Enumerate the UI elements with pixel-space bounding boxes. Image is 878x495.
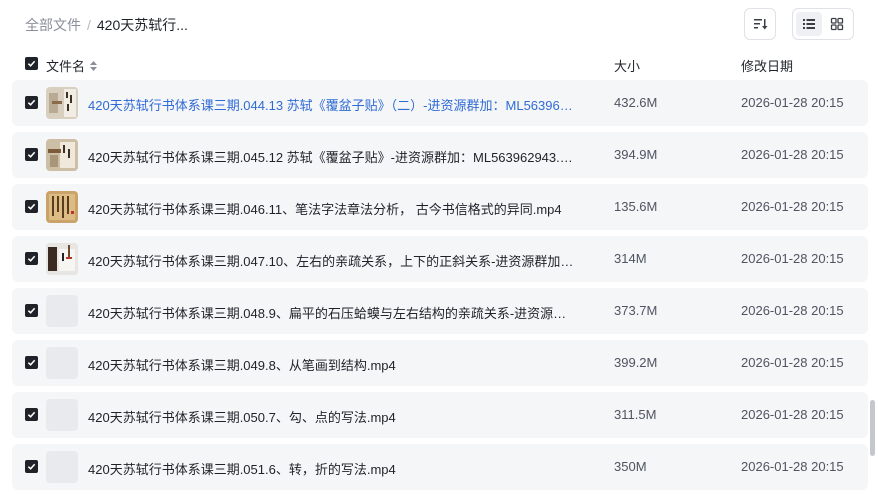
file-size: 394.9M [614, 147, 658, 162]
file-date: 2026-01-28 20:15 [741, 459, 844, 474]
list-view-icon [803, 19, 815, 29]
calligraphy-photo-icon [46, 87, 78, 119]
file-date: 2026-01-28 20:15 [741, 251, 844, 266]
file-name[interactable]: 420天苏轼行书体系课三期.050.7、勾、点的写法.mp4 [88, 407, 578, 426]
row-checkbox[interactable] [25, 356, 38, 369]
brush-photo-icon [46, 243, 78, 275]
check-icon [27, 203, 36, 210]
file-name[interactable]: 420天苏轼行书体系课三期.047.10、左右的亲疏关系，上下的正斜关系-进资源… [88, 251, 578, 270]
check-icon [27, 411, 36, 418]
table-row[interactable]: 420天苏轼行书体系课三期.046.11、笔法字法章法分析， 古今书信格式的异同… [12, 184, 868, 230]
breadcrumb-separator: / [87, 17, 91, 33]
list-view-button[interactable] [796, 12, 822, 36]
file-size: 135.6M [614, 199, 658, 214]
sort-button[interactable] [744, 8, 776, 40]
table-row[interactable]: 420天苏轼行书体系课三期.045.12 苏轼《覆盆子贴》-进资源群加：ML56… [12, 132, 868, 178]
breadcrumb: 全部文件 / 420天苏轼行... [25, 15, 188, 35]
check-icon [27, 99, 36, 106]
row-checkbox[interactable] [25, 304, 38, 317]
calligraphy-photo-icon [46, 139, 78, 171]
grid-view-button[interactable] [824, 12, 850, 36]
table-row[interactable]: 420天苏轼行书体系课三期.049.8、从笔画到结构.mp4 399.2M 20… [12, 340, 868, 386]
view-toggle [792, 8, 854, 40]
scroll-photo-icon [46, 191, 78, 223]
check-icon [27, 255, 36, 262]
column-header-size[interactable]: 大小 [614, 56, 640, 75]
file-size: 399.2M [614, 355, 658, 370]
row-checkbox[interactable] [25, 252, 38, 265]
file-name[interactable]: 420天苏轼行书体系课三期.048.9、扁平的石压蛤蟆与左右结构的亲疏关系-进资… [88, 303, 578, 322]
file-name[interactable]: 420天苏轼行书体系课三期.045.12 苏轼《覆盆子贴》-进资源群加：ML56… [88, 147, 578, 166]
file-size: 373.7M [614, 303, 658, 318]
vertical-scrollbar[interactable] [870, 400, 875, 456]
file-name[interactable]: 420天苏轼行书体系课三期.051.6、转，折的写法.mp4 [88, 459, 578, 478]
check-icon [27, 60, 36, 67]
file-date: 2026-01-28 20:15 [741, 95, 844, 110]
file-size: 311.5M [614, 407, 657, 422]
placeholder-icon [46, 347, 78, 379]
file-date: 2026-01-28 20:15 [741, 407, 844, 422]
select-all-checkbox[interactable] [25, 57, 38, 70]
file-date: 2026-01-28 20:15 [741, 199, 844, 214]
row-checkbox[interactable] [25, 460, 38, 473]
file-name[interactable]: 420天苏轼行书体系课三期.046.11、笔法字法章法分析， 古今书信格式的异同… [88, 199, 578, 218]
column-header-name-label: 文件名 [46, 59, 86, 74]
sort-arrows-icon [90, 60, 98, 71]
table-row[interactable]: 420天苏轼行书体系课三期.048.9、扁平的石压蛤蟆与左右结构的亲疏关系-进资… [12, 288, 868, 334]
table-header: 文件名 大小 修改日期 [0, 52, 878, 76]
table-row[interactable]: 420天苏轼行书体系课三期.050.7、勾、点的写法.mp4 311.5M 20… [12, 392, 868, 438]
table-row[interactable]: 420天苏轼行书体系课三期.044.13 苏轼《覆盆子贴》（二）-进资源群加：M… [12, 80, 868, 126]
file-size: 314M [614, 251, 647, 266]
table-row[interactable]: 420天苏轼行书体系课三期.051.6、转，折的写法.mp4 350M 2026… [12, 444, 868, 490]
placeholder-icon [46, 399, 78, 431]
check-icon [27, 463, 36, 470]
file-size: 350M [614, 459, 647, 474]
file-date: 2026-01-28 20:15 [741, 355, 844, 370]
breadcrumb-current: 420天苏轼行... [96, 17, 188, 33]
breadcrumb-root[interactable]: 全部文件 [25, 15, 81, 35]
table-row[interactable]: 420天苏轼行书体系课三期.047.10、左右的亲疏关系，上下的正斜关系-进资源… [12, 236, 868, 282]
row-checkbox[interactable] [25, 148, 38, 161]
file-date: 2026-01-28 20:15 [741, 303, 844, 318]
file-name[interactable]: 420天苏轼行书体系课三期.049.8、从笔画到结构.mp4 [88, 355, 578, 374]
file-size: 432.6M [614, 95, 658, 110]
file-name[interactable]: 420天苏轼行书体系课三期.044.13 苏轼《覆盆子贴》（二）-进资源群加：M… [88, 95, 578, 114]
sort-order-icon [754, 19, 768, 30]
check-icon [27, 359, 36, 366]
placeholder-icon [46, 451, 78, 483]
column-header-date[interactable]: 修改日期 [741, 56, 793, 75]
row-checkbox[interactable] [25, 96, 38, 109]
file-date: 2026-01-28 20:15 [741, 147, 844, 162]
row-checkbox[interactable] [25, 200, 38, 213]
column-header-name[interactable]: 文件名 [46, 56, 98, 75]
top-bar: 全部文件 / 420天苏轼行... [0, 0, 878, 48]
file-list: 420天苏轼行书体系课三期.044.13 苏轼《覆盆子贴》（二）-进资源群加：M… [12, 80, 868, 495]
check-icon [27, 151, 36, 158]
grid-view-icon [830, 17, 844, 31]
row-checkbox[interactable] [25, 408, 38, 421]
placeholder-icon [46, 295, 78, 327]
check-icon [27, 307, 36, 314]
